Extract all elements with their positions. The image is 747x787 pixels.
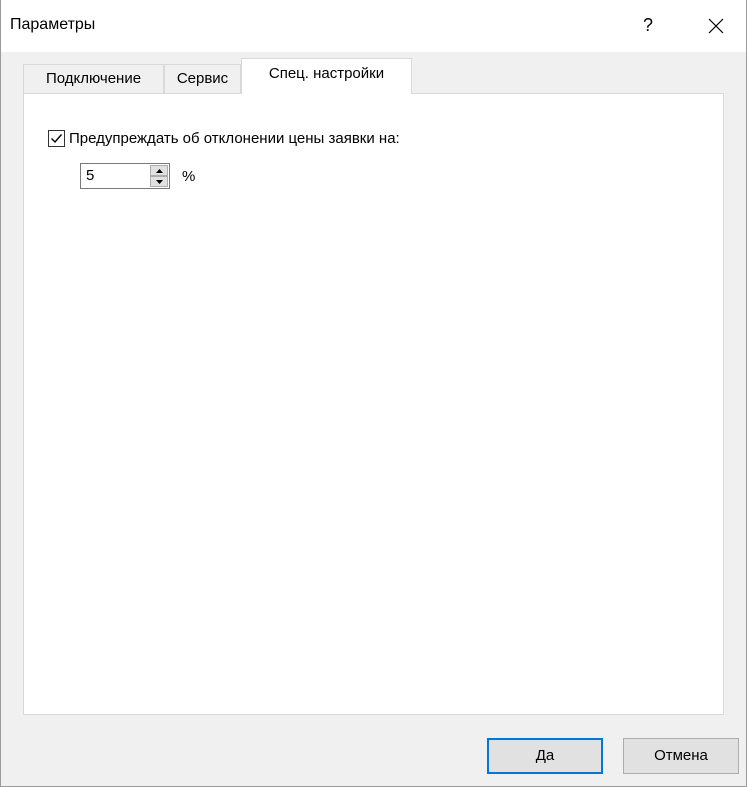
arrow-up-icon <box>155 168 163 173</box>
tab-connection[interactable]: Подключение <box>23 64 164 94</box>
price-warning-label: Предупреждать об отклонении цены заявки … <box>69 130 400 147</box>
price-warning-option[interactable]: Предупреждать об отклонении цены заявки … <box>48 130 400 147</box>
spinner-buttons <box>150 165 168 187</box>
ok-button[interactable]: Да <box>487 738 603 774</box>
price-warning-checkbox[interactable] <box>48 130 65 147</box>
help-button[interactable]: ? <box>633 12 663 38</box>
close-icon <box>708 18 724 34</box>
spin-down-button[interactable] <box>150 176 168 187</box>
deviation-spinner[interactable]: 5 <box>80 163 170 189</box>
arrow-down-icon <box>155 179 163 184</box>
window-title: Параметры <box>10 16 96 33</box>
cancel-button[interactable]: Отмена <box>623 738 739 774</box>
tab-special-settings[interactable]: Спец. настройки <box>241 58 412 94</box>
settings-dialog: Параметры ? Подключение Сервис Спец. нас… <box>0 0 747 787</box>
spin-up-button[interactable] <box>150 165 168 176</box>
deviation-value[interactable]: 5 <box>86 167 94 184</box>
checkmark-icon <box>51 134 63 144</box>
close-button[interactable] <box>699 12 733 40</box>
tab-panel-special-settings: Предупреждать об отклонении цены заявки … <box>23 93 724 715</box>
deviation-row: 5 % <box>80 163 195 189</box>
tab-service[interactable]: Сервис <box>164 64 241 94</box>
title-bar: Параметры ? <box>1 0 746 52</box>
percent-unit: % <box>182 167 196 185</box>
